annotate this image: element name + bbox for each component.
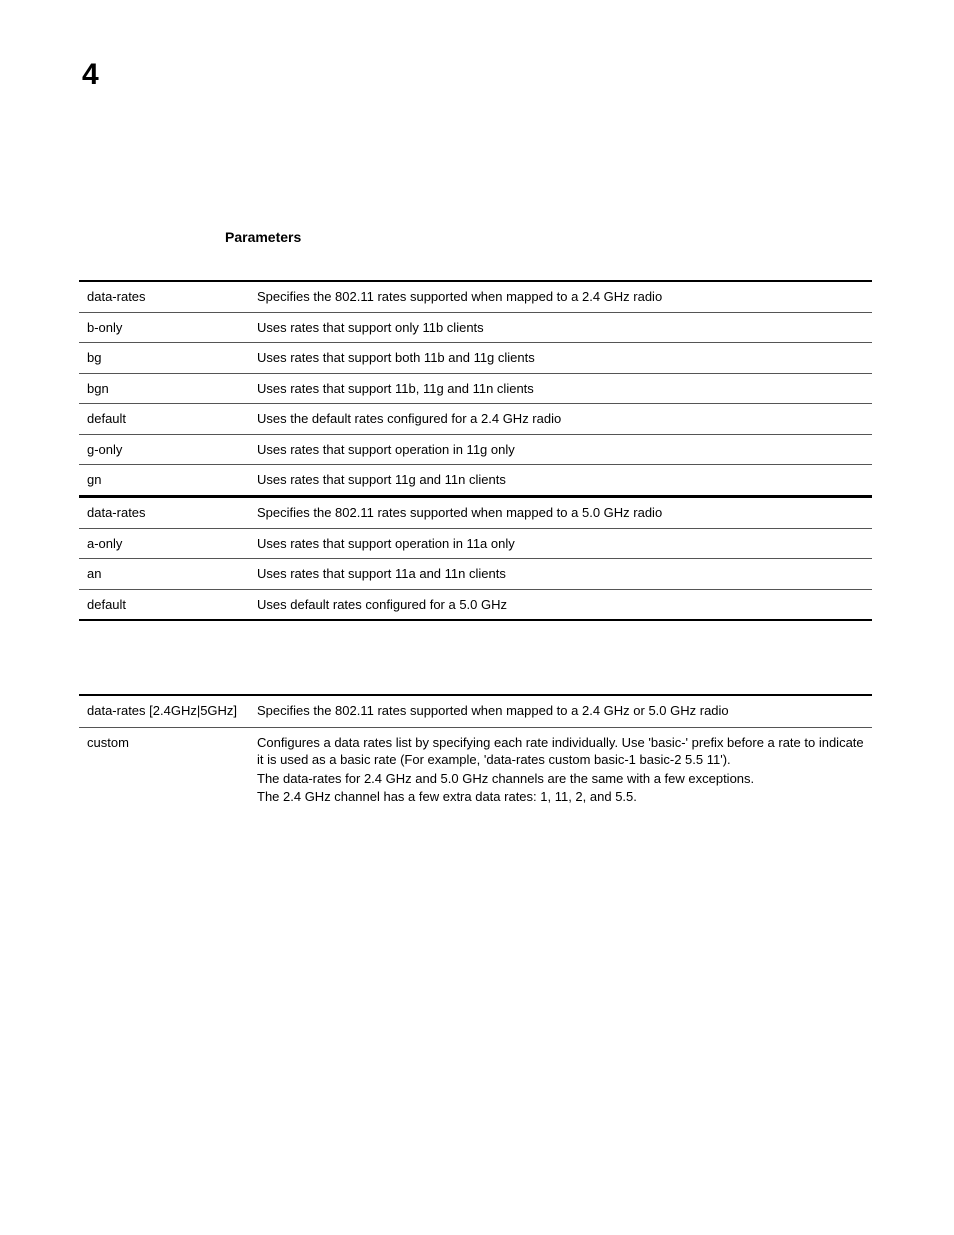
param-desc: Uses rates that support operation in 11a… [249, 528, 872, 559]
parameters-table-24ghz: data-rates Specifies the 802.11 rates su… [79, 280, 872, 497]
param-term: data-rates [79, 281, 249, 312]
param-desc: Uses rates that support 11g and 11n clie… [249, 465, 872, 496]
table-row: g-only Uses rates that support operation… [79, 434, 872, 465]
param-term: b-only [79, 312, 249, 343]
param-desc: Uses rates that support both 11b and 11g… [249, 343, 872, 374]
table-row: data-rates Specifies the 802.11 rates su… [79, 281, 872, 312]
table-row: a-only Uses rates that support operation… [79, 528, 872, 559]
param-desc: Uses rates that support operation in 11g… [249, 434, 872, 465]
table-row: b-only Uses rates that support only 11b … [79, 312, 872, 343]
param-term: data-rates [2.4GHz|5GHz] [79, 695, 249, 727]
param-term: a-only [79, 528, 249, 559]
param-term: an [79, 559, 249, 590]
param-desc-line: Specifies the 802.11 rates supported whe… [257, 702, 872, 720]
param-term: default [79, 589, 249, 620]
param-term: data-rates [79, 497, 249, 528]
param-desc: Configures a data rates list by specifyi… [249, 727, 872, 813]
section-heading-parameters: Parameters [225, 229, 301, 245]
param-desc: Uses rates that support 11b, 11g and 11n… [249, 373, 872, 404]
param-desc: Uses rates that support only 11b clients [249, 312, 872, 343]
param-term: gn [79, 465, 249, 496]
table-row: custom Configures a data rates list by s… [79, 727, 872, 813]
table-row: default Uses default rates configured fo… [79, 589, 872, 620]
table-row: an Uses rates that support 11a and 11n c… [79, 559, 872, 590]
param-desc: Uses default rates configured for a 5.0 … [249, 589, 872, 620]
table-row: bgn Uses rates that support 11b, 11g and… [79, 373, 872, 404]
param-desc: Uses the default rates configured for a … [249, 404, 872, 435]
param-desc: Uses rates that support 11a and 11n clie… [249, 559, 872, 590]
param-desc-line: Configures a data rates list by specifyi… [257, 734, 872, 769]
page-number: 4 [82, 58, 99, 92]
param-desc: Specifies the 802.11 rates supported whe… [249, 281, 872, 312]
param-desc: Specifies the 802.11 rates supported whe… [249, 497, 872, 528]
table-row: data-rates Specifies the 802.11 rates su… [79, 497, 872, 528]
param-desc: Specifies the 802.11 rates supported whe… [249, 695, 872, 727]
parameters-table-5ghz: data-rates Specifies the 802.11 rates su… [79, 496, 872, 621]
param-term: custom [79, 727, 249, 813]
param-term: g-only [79, 434, 249, 465]
parameters-table-custom: data-rates [2.4GHz|5GHz] Specifies the 8… [79, 694, 872, 813]
param-desc-line: The 2.4 GHz channel has a few extra data… [257, 788, 872, 806]
table-row: bg Uses rates that support both 11b and … [79, 343, 872, 374]
table-row: gn Uses rates that support 11g and 11n c… [79, 465, 872, 496]
param-desc-line: The data-rates for 2.4 GHz and 5.0 GHz c… [257, 770, 872, 788]
table-row: default Uses the default rates configure… [79, 404, 872, 435]
param-term: bgn [79, 373, 249, 404]
table-row: data-rates [2.4GHz|5GHz] Specifies the 8… [79, 695, 872, 727]
param-term: bg [79, 343, 249, 374]
param-term: default [79, 404, 249, 435]
